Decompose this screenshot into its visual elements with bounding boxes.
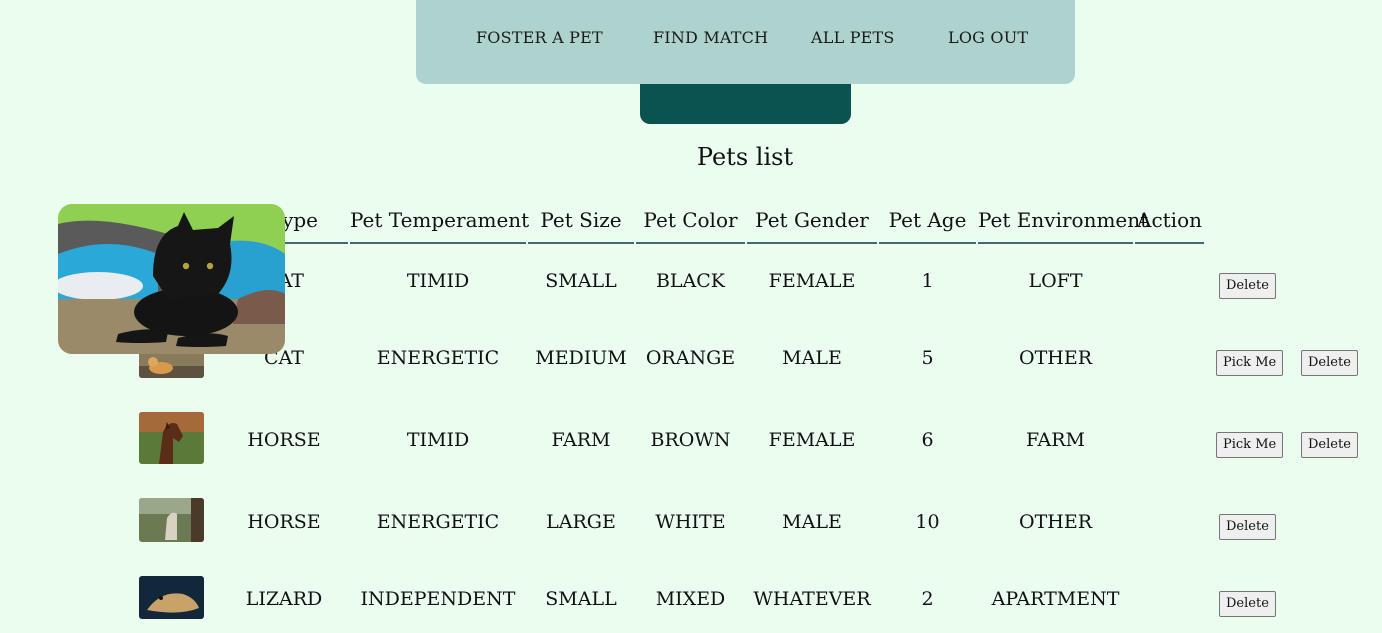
cell-size: LARGE: [546, 511, 616, 533]
cell-age: 10: [915, 511, 940, 533]
delete-button[interactable]: Delete: [1219, 273, 1276, 299]
cell-age: 5: [921, 347, 934, 369]
cell-environment: LOFT: [1028, 270, 1083, 292]
cell-color: ORANGE: [645, 347, 736, 369]
cell-size: MEDIUM: [535, 347, 627, 369]
header-pet-temperament: Pet Temperament: [350, 208, 529, 244]
nav-log-out[interactable]: LOG OUT: [948, 28, 1028, 47]
header-pet-age: Pet Age: [879, 208, 976, 244]
cell-gender: FEMALE: [768, 270, 856, 292]
cell-temperament: INDEPENDENT: [360, 588, 516, 610]
delete-button[interactable]: Delete: [1219, 514, 1276, 540]
brown-horse-photo[interactable]: [139, 412, 204, 464]
cell-gender: MALE: [782, 347, 842, 369]
cell-environment: OTHER: [1019, 511, 1092, 533]
cell-temperament: ENERGETIC: [376, 511, 500, 533]
cell-environment: OTHER: [1019, 347, 1092, 369]
cell-age: 2: [921, 588, 934, 610]
cell-color: BLACK: [655, 270, 726, 292]
top-navbar: FOSTER A PET FIND MATCH ALL PETS LOG OUT: [416, 0, 1075, 84]
nav-find-match[interactable]: FIND MATCH: [653, 28, 768, 47]
cell-size: FARM: [551, 429, 611, 451]
cell-color: MIXED: [655, 588, 726, 610]
cell-environment: APARTMENT: [991, 588, 1120, 610]
black-cat-enlarged-photo[interactable]: [58, 204, 285, 354]
white-horse-photo[interactable]: [139, 498, 204, 542]
nav-foster-a-pet[interactable]: FOSTER A PET: [476, 28, 603, 47]
cell-gender: MALE: [782, 511, 842, 533]
header-pet-gender: Pet Gender: [747, 208, 877, 244]
delete-button[interactable]: Delete: [1301, 350, 1358, 376]
cell-size: SMALL: [545, 270, 617, 292]
lizard-photo[interactable]: [139, 576, 204, 619]
cell-type: HORSE: [247, 511, 321, 533]
cell-temperament: ENERGETIC: [376, 347, 500, 369]
header-pet-environment: Pet Environment: [978, 208, 1148, 244]
pick-me-button[interactable]: Pick Me: [1216, 350, 1284, 376]
header-pet-size: Pet Size: [528, 208, 634, 244]
cell-age: 1: [921, 270, 934, 292]
cell-gender: FEMALE: [768, 429, 856, 451]
nav-accent-bar: [640, 84, 851, 124]
cell-age: 6: [921, 429, 934, 451]
cell-color: BROWN: [650, 429, 731, 451]
cell-temperament: TIMID: [406, 270, 470, 292]
page-title: Pets list: [696, 143, 794, 171]
nav-all-pets[interactable]: ALL PETS: [811, 28, 895, 47]
delete-button[interactable]: Delete: [1301, 432, 1358, 458]
cell-temperament: TIMID: [406, 429, 470, 451]
cell-type: HORSE: [247, 429, 321, 451]
header-action: Action: [1135, 208, 1204, 244]
cell-environment: FARM: [1025, 429, 1085, 451]
header-pet-color: Pet Color: [636, 208, 745, 244]
pick-me-button[interactable]: Pick Me: [1216, 432, 1284, 458]
cell-gender: WHATEVER: [753, 588, 871, 610]
delete-button[interactable]: Delete: [1219, 591, 1276, 617]
cell-color: WHITE: [655, 511, 726, 533]
cell-type: LIZARD: [245, 588, 323, 610]
cell-size: SMALL: [545, 588, 617, 610]
